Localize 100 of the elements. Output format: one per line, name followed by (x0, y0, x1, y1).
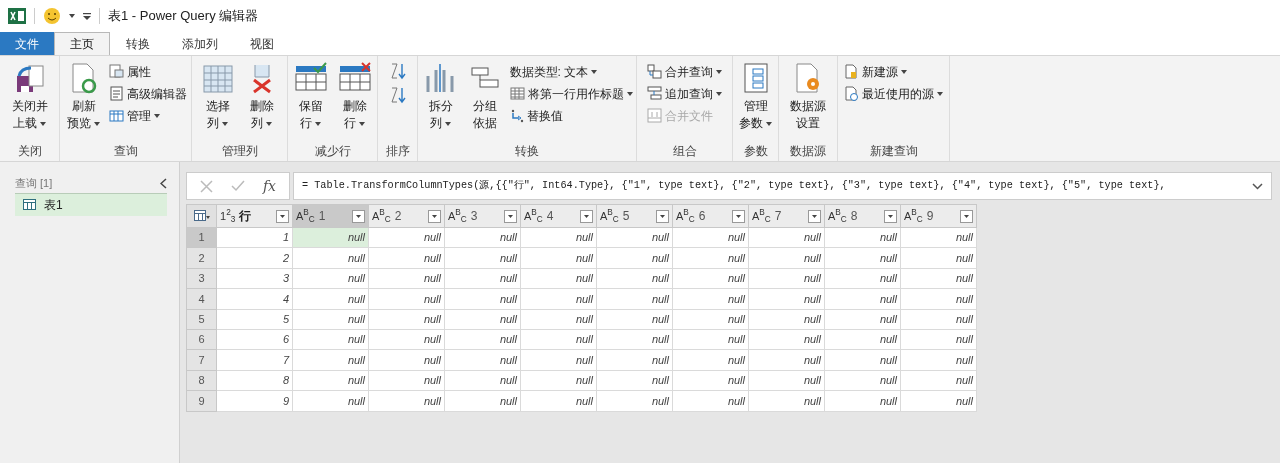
ribbon-button[interactable]: 管理 (108, 106, 160, 125)
ribbon-button[interactable]: 新建源 (844, 62, 907, 81)
group-label: 数据源 (789, 143, 827, 160)
caret-icon (40, 121, 46, 126)
filter-dropdown-icon[interactable] (960, 209, 973, 223)
ribbon-button[interactable]: 删除 行 (335, 62, 374, 132)
ribbon-button[interactable]: 最近使用的源 (844, 84, 943, 103)
column-header[interactable]: A$^{B}$$_{C}$ 1 (292, 204, 369, 228)
sort-descending-icon[interactable] (389, 86, 406, 104)
caret-icon (315, 121, 321, 126)
remove-rows-icon (337, 62, 372, 94)
window-title: 表1 - Power Query 编辑器 (108, 7, 259, 26)
table-icon (108, 108, 124, 123)
filter-dropdown-icon[interactable] (580, 209, 593, 223)
caret-icon[interactable] (69, 14, 75, 18)
column-header[interactable]: A$^{B}$$_{C}$ 9 (900, 204, 977, 228)
ribbon-button[interactable]: 数据类型: 文本 (509, 62, 598, 81)
ribbon-button[interactable]: 关闭并 上载 (9, 62, 50, 132)
file-tab[interactable]: 文件 (0, 32, 54, 55)
ribbon-button[interactable]: 删除 列 (242, 62, 281, 132)
row-number[interactable]: 1 (186, 227, 217, 248)
column-header[interactable]: 1$^{2}$$_{3}$ 行 (216, 204, 293, 228)
filter-dropdown-icon[interactable] (656, 209, 669, 223)
new-source-icon (844, 64, 859, 79)
column-name: 行 (239, 208, 253, 225)
column-name: 2 (394, 208, 403, 225)
column-header[interactable]: A$^{B}$$_{C}$ 6 (672, 204, 749, 228)
caret-icon (94, 121, 100, 126)
formula-text: = Table.TransformColumnTypes(源,{{"行", Int64.Type}, {"1", type text}, {"2", type text}, {"3", type text}, {"4", type text}, {"5", type text}, (302, 179, 1167, 194)
column-header[interactable]: A$^{B}$$_{C}$ 4 (520, 204, 597, 228)
query-item[interactable]: 表1 (15, 193, 167, 216)
ribbon-button[interactable]: 将第一行用作标题 (509, 84, 633, 103)
column-header[interactable]: A$^{B}$$_{C}$ 2 (368, 204, 445, 228)
group-label: 减少行 (313, 143, 352, 160)
group-label: 新建查询 (868, 143, 919, 160)
ribbon-button[interactable]: 追加查询 (647, 84, 722, 103)
ribbon-button[interactable]: 合并查询 (647, 62, 722, 81)
caret-icon (716, 91, 722, 96)
column-header[interactable]: A$^{B}$$_{C}$ 7 (748, 204, 825, 228)
caret-icon (591, 69, 598, 74)
ribbon-button[interactable]: 属性 (108, 62, 151, 81)
group-label: 排序 (384, 143, 411, 160)
table-icon (509, 86, 525, 101)
ribbon-tab[interactable]: 主页 (54, 32, 110, 55)
row-number[interactable]: 6 (186, 329, 217, 350)
group-label: 转换 (514, 143, 540, 160)
filter-dropdown-icon[interactable] (276, 209, 289, 223)
merge-queries-icon (647, 64, 662, 79)
combine-files-icon (647, 108, 662, 123)
keep-rows-icon (293, 62, 328, 94)
row-number[interactable]: 2 (186, 247, 217, 269)
ribbon-button[interactable]: 选择 列 (198, 62, 237, 132)
filter-dropdown-icon[interactable] (504, 209, 517, 223)
row-number[interactable]: 3 (186, 268, 217, 289)
collapse-chevron-icon[interactable] (160, 177, 167, 189)
customize-toolbar-icon[interactable] (83, 12, 91, 20)
column-header[interactable]: A$^{B}$$_{C}$ 5 (596, 204, 673, 228)
column-name: 5 (622, 208, 631, 225)
caret-icon (266, 121, 272, 126)
table-menu-icon[interactable] (193, 210, 210, 222)
ribbon-button[interactable]: 数据源 设置 (788, 62, 828, 132)
smiley-icon[interactable] (43, 7, 61, 25)
caret-icon (766, 121, 772, 126)
properties-icon (108, 64, 124, 79)
column-name: 8 (850, 208, 859, 225)
filter-dropdown-icon[interactable] (732, 209, 745, 223)
filter-dropdown-icon[interactable] (352, 209, 365, 223)
row-number[interactable]: 5 (186, 309, 217, 330)
formula-field[interactable]: = Table.TransformColumnTypes(源,{{"行", Int64.Type}, {"1", type text}, {"2", type text}, {"3", type text}, {"4", type text}, {"5", type text}, (293, 172, 1272, 200)
sort-ascending-icon[interactable] (389, 62, 406, 80)
excel-logo-icon[interactable] (8, 8, 26, 24)
ribbon-button[interactable]: 替换值 (509, 106, 563, 125)
table-columns-icon (200, 62, 235, 94)
check-icon[interactable] (230, 180, 245, 192)
caret-icon (937, 91, 943, 96)
ribbon-button[interactable]: 分组 依据 (465, 62, 504, 132)
ribbon-button[interactable]: 高级编辑器 (108, 84, 187, 103)
column-header[interactable]: A$^{B}$$_{C}$ 3 (444, 204, 521, 228)
row-number[interactable]: 7 (186, 349, 217, 371)
caret-icon (445, 121, 451, 126)
group-label: 组合 (671, 143, 698, 160)
filter-dropdown-icon[interactable] (428, 209, 441, 223)
row-number[interactable]: 9 (186, 390, 217, 411)
column-header[interactable]: A$^{B}$$_{C}$ 8 (824, 204, 901, 228)
filter-dropdown-icon[interactable] (884, 209, 897, 223)
fx-button[interactable]: fx (262, 175, 276, 197)
ribbon-button[interactable]: 保留 行 (291, 62, 330, 132)
column-name: 3 (470, 208, 479, 225)
replace-values-icon (509, 108, 524, 123)
table-icon (23, 199, 36, 210)
row-number[interactable]: 8 (186, 370, 217, 391)
ribbon-button[interactable]: 刷新 预览 (64, 62, 103, 132)
expand-chevron-icon[interactable] (1252, 182, 1263, 190)
ribbon-button[interactable]: 拆分 列 (421, 62, 460, 132)
column-name: 7 (774, 208, 783, 225)
ribbon-button[interactable]: 管理 参数 (736, 62, 775, 132)
filter-dropdown-icon[interactable] (808, 209, 821, 223)
editor-icon (108, 86, 124, 101)
column-name: 6 (698, 208, 707, 225)
row-number[interactable]: 4 (186, 288, 217, 310)
